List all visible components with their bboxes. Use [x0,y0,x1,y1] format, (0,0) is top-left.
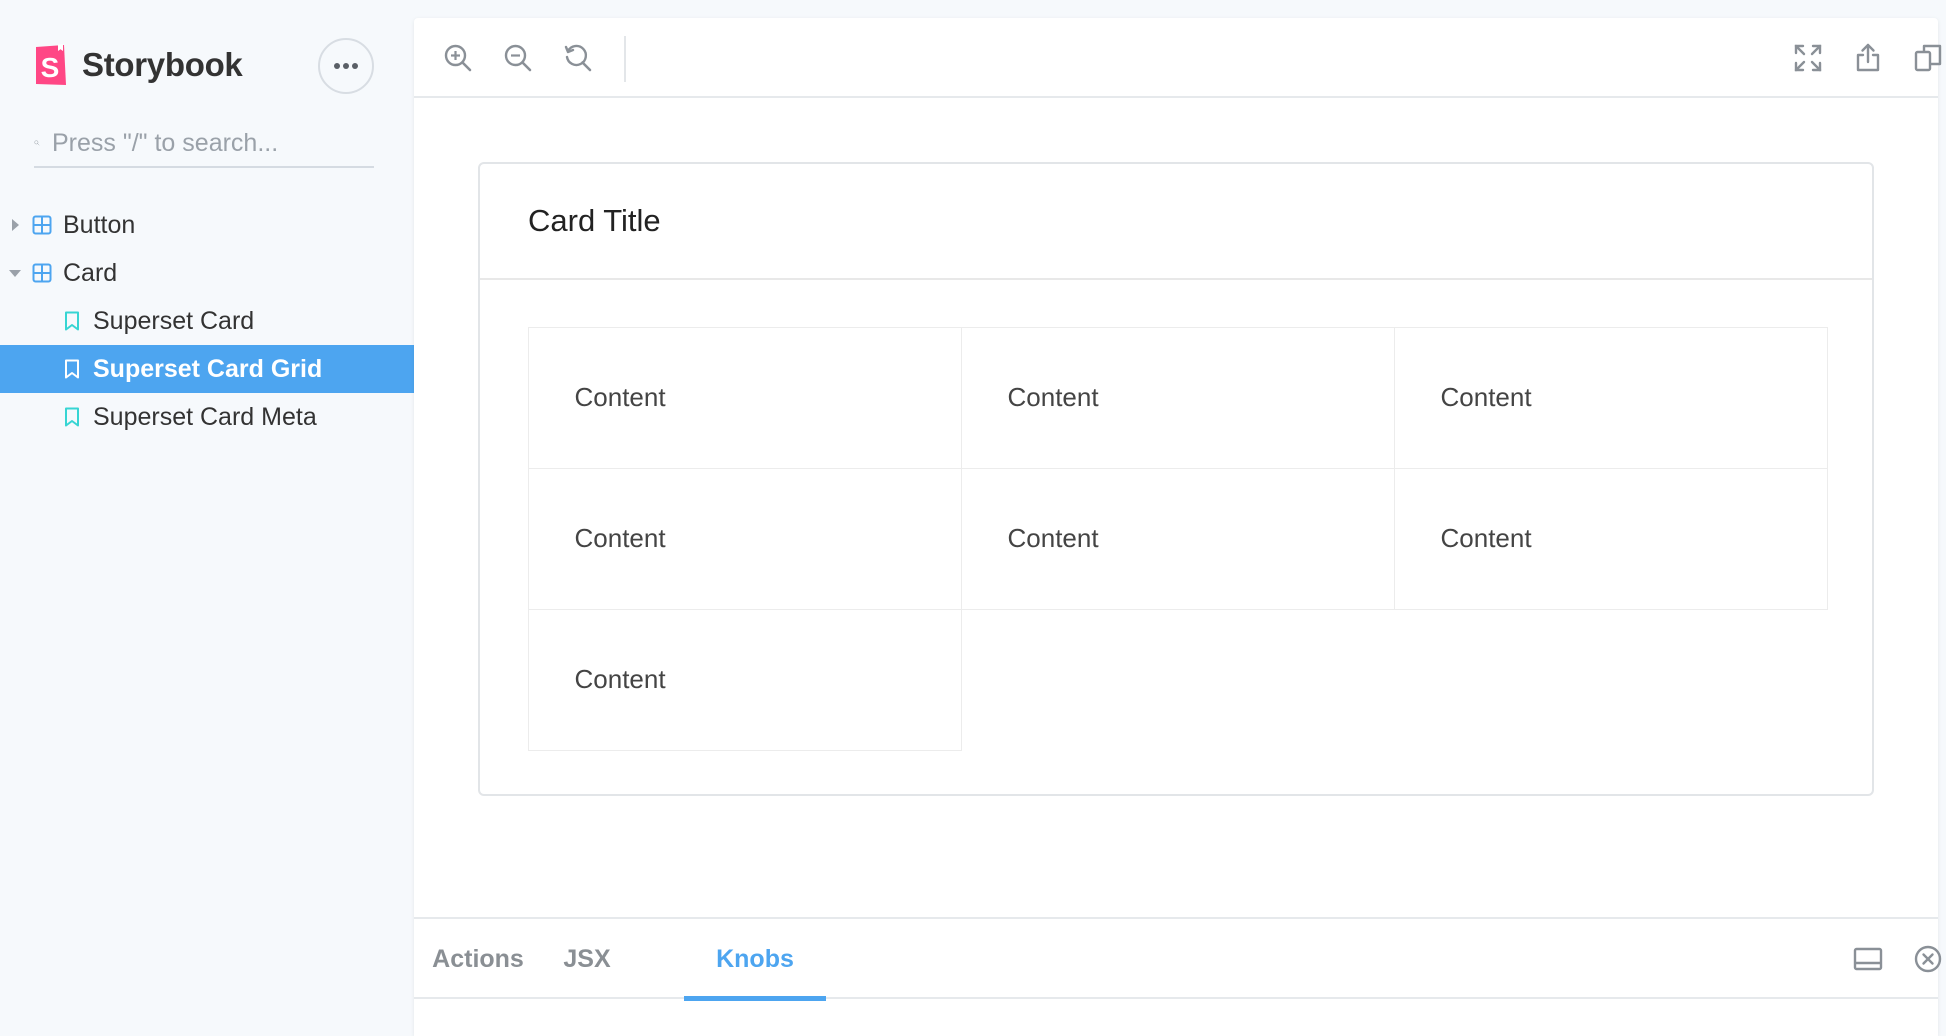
storybook-logo-icon: S [36,44,66,85]
zoom-out-button[interactable] [500,40,536,76]
card-grid-cell: Content [960,467,1395,610]
caret-down-icon [9,270,21,277]
caret-right-icon [12,219,19,231]
panel-layout-button[interactable] [1850,941,1886,977]
tree-item-button[interactable]: Button [0,201,414,249]
story-tree: Button Card Superset Card Superset Card … [0,201,414,441]
tree-item-label: Superset Card Meta [93,402,317,431]
close-circle-icon [1914,945,1942,973]
copy-button[interactable] [1910,40,1946,76]
card-grid-cell: Content [527,326,962,469]
component-icon [32,215,52,235]
sidebar: S Storybook Button [0,0,414,1036]
panel-layout-icon [1853,947,1883,971]
share-icon [1856,43,1880,72]
fullscreen-button[interactable] [1790,40,1826,76]
component-icon [32,263,52,283]
sidebar-menu-button[interactable] [318,38,374,94]
tab-knobs[interactable]: Knobs [684,919,826,1001]
bookmark-icon [65,311,79,331]
toolbar-divider [624,36,626,82]
search-input[interactable] [52,123,374,163]
search-box [34,120,374,168]
tree-item-superset-card[interactable]: Superset Card [0,297,414,345]
bookmark-icon [65,359,79,379]
tab-actions[interactable]: Actions [424,919,532,999]
storybook-brand[interactable]: S Storybook [34,44,243,86]
tree-item-superset-card-grid[interactable]: Superset Card Grid [0,345,414,393]
preview-panel: Card Title Content Content Content Conte… [414,18,1942,1036]
card-grid-cell: Content [1393,467,1828,610]
zoom-in-button[interactable] [440,40,476,76]
close-panel-button[interactable] [1910,941,1946,977]
reset-zoom-icon [564,44,592,72]
tree-item-superset-card-meta[interactable]: Superset Card Meta [0,393,414,441]
copy-icon [1914,44,1942,72]
card-header: Card Title [480,164,1872,280]
reset-zoom-button[interactable] [560,40,596,76]
card-grid-cell: Content [1393,326,1828,469]
preview-toolbar [414,18,1942,98]
tree-item-label: Superset Card Grid [93,354,323,383]
zoom-in-icon [444,44,472,72]
share-button[interactable] [1850,40,1886,76]
tree-item-label: Superset Card [93,306,255,335]
fullscreen-icon [1794,44,1822,72]
tree-item-label: Button [63,210,136,239]
tree-item-card[interactable]: Card [0,249,414,297]
card: Card Title Content Content Content Conte… [478,162,1874,796]
card-title: Card Title [528,203,661,238]
addons-tabbar: Actions JSX Knobs [414,919,1942,1001]
card-grid: Content Content Content Content Content … [527,326,1828,751]
card-grid-cell: Content [960,326,1395,469]
search-icon [34,140,40,146]
bookmark-icon [65,407,79,427]
addons-panel: Actions JSX Knobs [414,917,1942,1036]
zoom-out-icon [504,44,532,72]
card-grid-cell: Content [527,608,962,751]
svg-text:S: S [41,52,60,83]
ellipsis-icon [334,63,358,69]
card-grid-cell: Content [527,467,962,610]
tree-item-label: Card [63,258,118,287]
brand-name: Storybook [82,46,243,83]
tab-jsx[interactable]: JSX [552,919,622,999]
